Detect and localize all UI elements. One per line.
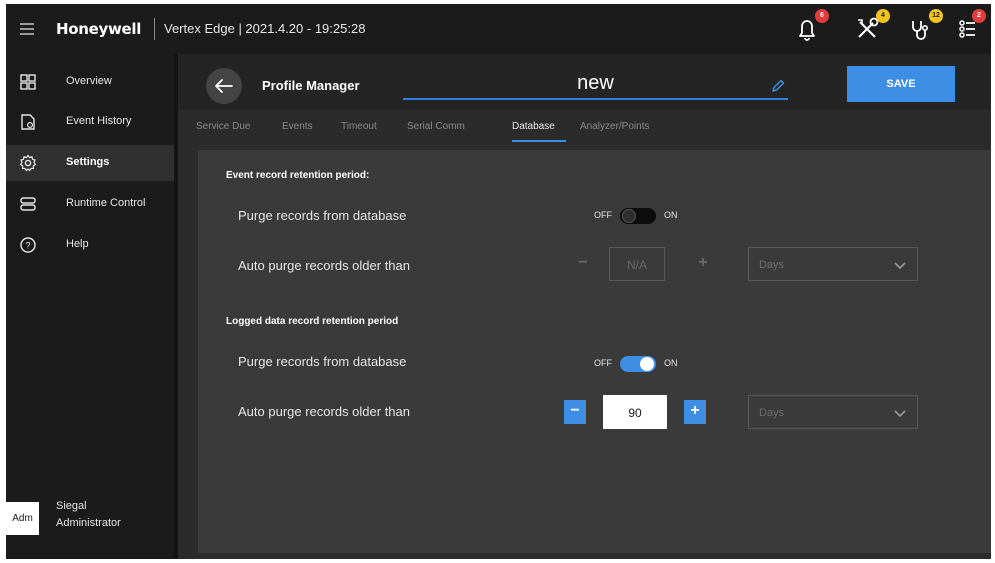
- event-unit-value: Days: [759, 259, 785, 271]
- logged-increment-button[interactable]: +: [684, 400, 706, 424]
- fault-count-badge: 12: [929, 9, 943, 23]
- tab-bar: Service Due Events Timeout Serial Comm D…: [178, 110, 991, 148]
- toggle-knob: [622, 209, 636, 223]
- events-count-badge: 2: [972, 9, 986, 23]
- event-decrement-button[interactable]: −: [572, 252, 594, 276]
- tab-serial-comm[interactable]: Serial Comm: [407, 121, 465, 132]
- toggle-off-label: OFF: [594, 358, 612, 368]
- svg-text:?: ?: [25, 241, 30, 251]
- logged-retention-title: Logged data record retention period: [226, 316, 399, 327]
- toggle-switch-off[interactable]: [620, 208, 656, 224]
- page-title: Profile Manager: [262, 78, 360, 93]
- logged-unit-value: Days: [759, 407, 785, 419]
- help-icon: ?: [20, 237, 36, 253]
- grid-icon: [20, 74, 36, 90]
- event-increment-button[interactable]: +: [692, 252, 714, 276]
- brand-logo: Honeywell: [56, 20, 142, 38]
- toggle-on-label: ON: [664, 210, 678, 220]
- sidebar-item-label: Overview: [66, 75, 112, 87]
- logged-purge-label: Purge records from database: [238, 354, 407, 369]
- chevron-down-icon: [894, 410, 906, 418]
- arrow-left-icon: [215, 79, 233, 93]
- event-days-field[interactable]: N/A: [609, 247, 665, 281]
- profile-name-value: new: [577, 72, 614, 94]
- sidebar: Overview Event History Settings Runtime …: [6, 54, 174, 559]
- alarm-bell-button[interactable]: 6: [790, 9, 829, 46]
- back-button[interactable]: [206, 68, 242, 104]
- menu-icon[interactable]: [20, 23, 34, 35]
- faults-button[interactable]: 12: [904, 9, 943, 46]
- database-settings-panel: Event record retention period: Purge rec…: [198, 150, 991, 553]
- page-header: Profile Manager new SAVE: [178, 54, 991, 110]
- user-role: Administrator: [56, 517, 121, 529]
- main-panel: Profile Manager new SAVE Service Due Eve…: [178, 54, 991, 559]
- toggle-knob: [640, 357, 654, 371]
- profile-name-field[interactable]: new: [403, 66, 788, 100]
- event-unit-select[interactable]: Days: [748, 247, 918, 281]
- events-list-button[interactable]: 2: [953, 9, 986, 46]
- sidebar-item-settings[interactable]: Settings: [6, 145, 174, 181]
- sidebar-item-label: Settings: [66, 156, 110, 168]
- server-icon: [20, 197, 36, 211]
- logged-days-field[interactable]: 90: [603, 395, 667, 429]
- event-auto-purge-label: Auto purge records older than: [238, 258, 410, 273]
- document-icon: [21, 114, 35, 130]
- avatar: Adm: [6, 502, 39, 535]
- toggle-on-label: ON: [664, 358, 678, 368]
- logged-unit-select[interactable]: Days: [748, 395, 918, 429]
- tab-events[interactable]: Events: [282, 121, 313, 132]
- tab-service-due[interactable]: Service Due: [196, 121, 250, 132]
- toggle-switch-on[interactable]: [620, 356, 656, 372]
- device-info: Vertex Edge | 2021.4.20 - 19:25:28: [164, 21, 366, 36]
- sidebar-item-label: Help: [66, 238, 89, 250]
- sidebar-item-label: Runtime Control: [66, 197, 146, 209]
- maintenance-count-badge: 4: [876, 9, 890, 23]
- sidebar-item-runtime-control[interactable]: Runtime Control: [6, 186, 174, 222]
- sidebar-item-event-history[interactable]: Event History: [6, 104, 174, 140]
- logged-auto-purge-label: Auto purge records older than: [238, 404, 410, 419]
- save-button[interactable]: SAVE: [847, 66, 955, 102]
- maintenance-button[interactable]: 4: [851, 9, 890, 46]
- top-bar: Honeywell Vertex Edge | 2021.4.20 - 19:2…: [6, 4, 991, 54]
- user-profile[interactable]: Adm Siegal Administrator: [6, 486, 174, 546]
- sidebar-item-label: Event History: [66, 115, 132, 127]
- event-purge-label: Purge records from database: [238, 208, 407, 223]
- pencil-icon[interactable]: [770, 78, 786, 94]
- toggle-off-label: OFF: [594, 210, 612, 220]
- gear-icon: [19, 154, 37, 172]
- active-tab-indicator: [512, 140, 566, 142]
- logged-purge-toggle[interactable]: OFF ON: [588, 354, 698, 374]
- chevron-down-icon: [894, 262, 906, 270]
- logged-decrement-button[interactable]: −: [564, 400, 586, 424]
- event-purge-toggle[interactable]: OFF ON: [588, 206, 698, 226]
- sidebar-item-overview[interactable]: Overview: [6, 64, 174, 100]
- tab-analyzer-points[interactable]: Analyzer/Points: [580, 121, 649, 132]
- sidebar-item-help[interactable]: ? Help: [6, 227, 174, 263]
- brand-divider: [154, 18, 155, 40]
- tab-database[interactable]: Database: [512, 121, 555, 132]
- tab-timeout[interactable]: Timeout: [341, 121, 377, 132]
- event-retention-title: Event record retention period:: [226, 170, 370, 181]
- alarm-count-badge: 6: [815, 9, 829, 23]
- user-name: Siegal: [56, 500, 87, 512]
- app-window: Honeywell Vertex Edge | 2021.4.20 - 19:2…: [6, 4, 991, 559]
